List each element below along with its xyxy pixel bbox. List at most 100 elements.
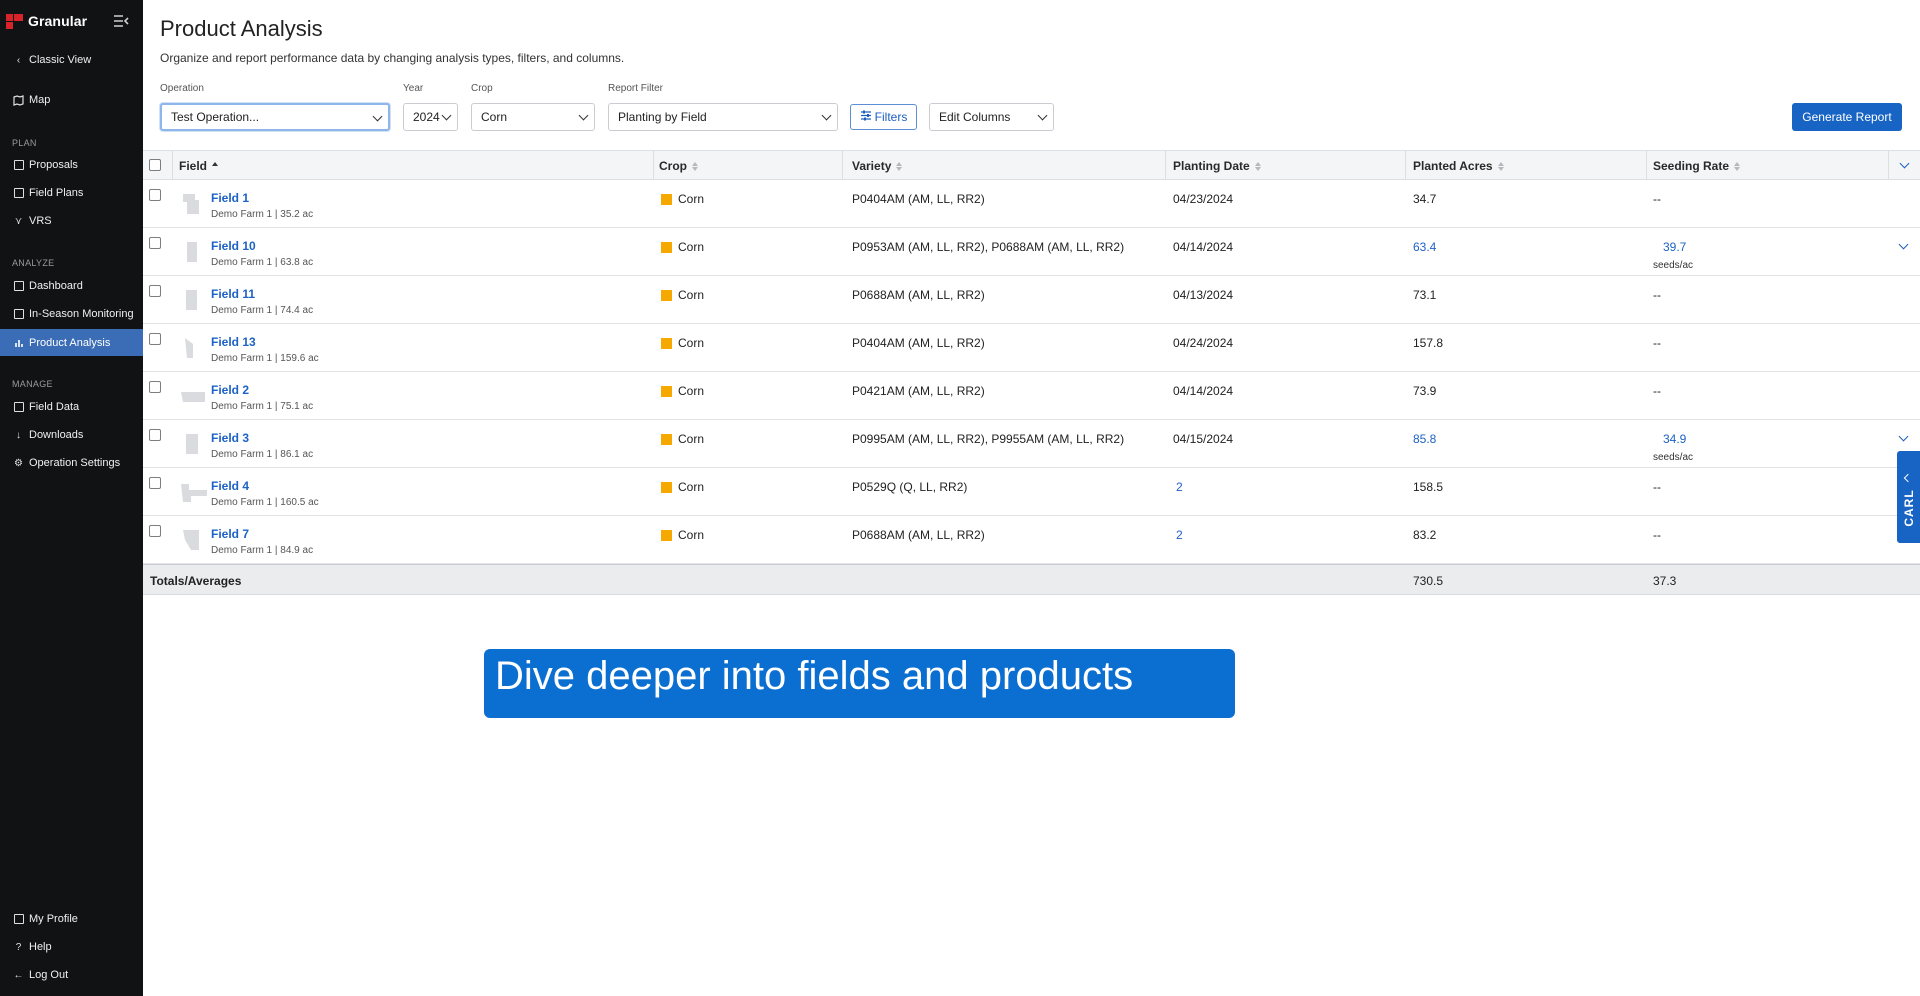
report-filter-select[interactable]: Planting by Field	[608, 103, 838, 131]
field-name-link[interactable]: Field 10	[211, 239, 256, 253]
caption-banner: Dive deeper into fields and products	[484, 649, 1235, 718]
chevron-down-icon	[821, 110, 832, 121]
filters-label: Filters	[874, 110, 908, 124]
year-select[interactable]: 2024	[403, 103, 458, 131]
sidebar-item-in-season-monitoring[interactable]: In-Season Monitoring	[0, 302, 143, 326]
expand-row-chevron-icon[interactable]	[1898, 431, 1909, 442]
field-subtext: Demo Farm 1 | 84.9 ac	[211, 545, 314, 556]
sidebar-item-product-analysis[interactable]: Product Analysis	[0, 329, 143, 356]
field-name-link[interactable]: Field 3	[211, 431, 249, 445]
filters-button[interactable]: Filters	[850, 104, 917, 130]
planted-acres-cell: 73.1	[1413, 288, 1437, 302]
collapse-sidebar-icon[interactable]	[113, 14, 129, 28]
sidebar-item-proposals[interactable]: Proposals	[0, 153, 143, 177]
row-checkbox[interactable]	[149, 333, 161, 345]
row-checkbox[interactable]	[149, 237, 161, 249]
seeding-rate-unit: seeds/ac	[1653, 452, 1694, 463]
table-row[interactable]: Field 1 Demo Farm 1 | 35.2 ac Corn P0404…	[143, 180, 1920, 228]
row-checkbox[interactable]	[149, 477, 161, 489]
field-shape-icon	[181, 484, 207, 502]
field-name-link[interactable]: Field 11	[211, 287, 255, 301]
sidebar-item-vrs[interactable]: ⋎ VRS	[0, 209, 143, 233]
row-checkbox[interactable]	[149, 189, 161, 201]
variety-cell: P0404AM (AM, LL, RR2)	[852, 192, 985, 206]
chevron-left-icon: ‹	[16, 54, 21, 66]
total-planted-acres: 730.5	[1413, 574, 1444, 588]
sidebar-item-classic-view[interactable]: ‹ Classic View	[0, 48, 143, 72]
table-row[interactable]: Field 13 Demo Farm 1 | 159.6 ac Corn P04…	[143, 324, 1920, 372]
column-header-variety[interactable]: Variety	[852, 159, 903, 173]
sliders-icon	[860, 110, 872, 124]
variety-cell: P0688AM (AM, LL, RR2)	[852, 528, 985, 542]
crop-cell: Corn	[678, 528, 705, 542]
crop-color-swatch	[661, 338, 672, 349]
sidebar-item-field-plans[interactable]: Field Plans	[0, 181, 143, 205]
seeding-rate-link[interactable]: 34.9	[1663, 432, 1686, 446]
variety-cell: P0953AM (AM, LL, RR2), P0688AM (AM, LL, …	[852, 240, 1125, 254]
planting-date-link[interactable]: 2	[1176, 528, 1183, 542]
seeding-rate-cell: --	[1653, 480, 1661, 494]
column-header-planting-date[interactable]: Planting Date	[1173, 159, 1261, 173]
field-name-link[interactable]: Field 7	[211, 527, 249, 541]
sidebar-item-operation-settings[interactable]: ⚙ Operation Settings	[0, 451, 143, 475]
brand-logo[interactable]: Granular	[6, 13, 87, 29]
planting-date-link[interactable]: 2	[1176, 480, 1183, 494]
seeding-rate-link[interactable]: 39.7	[1663, 240, 1686, 254]
carl-assistant-tab[interactable]: CARL	[1897, 451, 1920, 543]
section-manage: MANAGE	[12, 379, 53, 389]
expand-all-chevron-icon[interactable]	[1899, 158, 1910, 169]
row-checkbox[interactable]	[149, 285, 161, 297]
field-shape-icon	[185, 338, 193, 358]
sidebar-item-dashboard[interactable]: Dashboard	[0, 274, 143, 298]
sidebar-item-log-out[interactable]: ← Log Out	[0, 963, 143, 987]
sidebar-item-label: Proposals	[29, 159, 78, 171]
sidebar-item-field-data[interactable]: Field Data	[0, 395, 143, 419]
operation-select[interactable]: Test Operation...	[160, 103, 390, 131]
field-name-link[interactable]: Field 1	[211, 191, 249, 205]
crop-color-swatch	[661, 290, 672, 301]
column-label: Planting Date	[1173, 159, 1250, 173]
map-icon	[13, 94, 24, 106]
row-checkbox[interactable]	[149, 429, 161, 441]
table-row[interactable]: Field 11 Demo Farm 1 | 74.4 ac Corn P068…	[143, 276, 1920, 324]
row-checkbox[interactable]	[149, 381, 161, 393]
field-subtext: Demo Farm 1 | 35.2 ac	[211, 209, 314, 220]
column-header-field[interactable]: Field	[179, 159, 219, 173]
row-checkbox[interactable]	[149, 525, 161, 537]
planted-acres-link[interactable]: 85.8	[1413, 432, 1436, 446]
seeding-rate-cell: --	[1653, 528, 1661, 542]
crop-select[interactable]: Corn	[471, 103, 595, 131]
table-row[interactable]: Field 7 Demo Farm 1 | 84.9 ac Corn P0688…	[143, 516, 1920, 564]
table-row[interactable]: Field 4 Demo Farm 1 | 160.5 ac Corn P052…	[143, 468, 1920, 516]
sort-icon	[1497, 161, 1504, 171]
column-label: Planted Acres	[1413, 159, 1493, 173]
sidebar-item-help[interactable]: ? Help	[0, 935, 143, 959]
planted-acres-cell: 83.2	[1413, 528, 1437, 542]
expand-row-chevron-icon[interactable]	[1898, 239, 1909, 250]
gear-icon: ⚙	[14, 457, 23, 469]
crop-color-swatch	[661, 530, 672, 541]
column-header-planted-acres[interactable]: Planted Acres	[1413, 159, 1504, 173]
generate-report-button[interactable]: Generate Report	[1792, 103, 1902, 131]
column-header-seeding-rate[interactable]: Seeding Rate	[1653, 159, 1741, 173]
table-row[interactable]: Field 3 Demo Farm 1 | 86.1 ac Corn P0995…	[143, 420, 1920, 468]
field-name-link[interactable]: Field 13	[211, 335, 256, 349]
table-row[interactable]: Field 2 Demo Farm 1 | 75.1 ac Corn P0421…	[143, 372, 1920, 420]
sort-icon	[692, 161, 698, 171]
help-icon: ?	[15, 941, 22, 953]
sidebar-item-my-profile[interactable]: My Profile	[0, 907, 143, 931]
sidebar-item-downloads[interactable]: ↓ Downloads	[0, 423, 143, 447]
column-header-crop[interactable]: Crop	[659, 159, 698, 173]
field-subtext: Demo Farm 1 | 160.5 ac	[211, 497, 319, 508]
select-all-checkbox[interactable]	[149, 159, 161, 171]
sidebar-item-map[interactable]: Map	[0, 88, 143, 112]
chevron-down-icon	[372, 111, 383, 122]
field-name-link[interactable]: Field 2	[211, 383, 249, 397]
edit-columns-label: Edit Columns	[939, 110, 1011, 124]
report-filter-label: Report Filter	[608, 83, 664, 94]
edit-columns-select[interactable]: Edit Columns	[929, 103, 1054, 131]
column-label: Variety	[852, 159, 892, 173]
table-row[interactable]: Field 10 Demo Farm 1 | 63.8 ac Corn P095…	[143, 228, 1920, 276]
field-name-link[interactable]: Field 4	[211, 479, 249, 493]
planted-acres-link[interactable]: 63.4	[1413, 240, 1436, 254]
